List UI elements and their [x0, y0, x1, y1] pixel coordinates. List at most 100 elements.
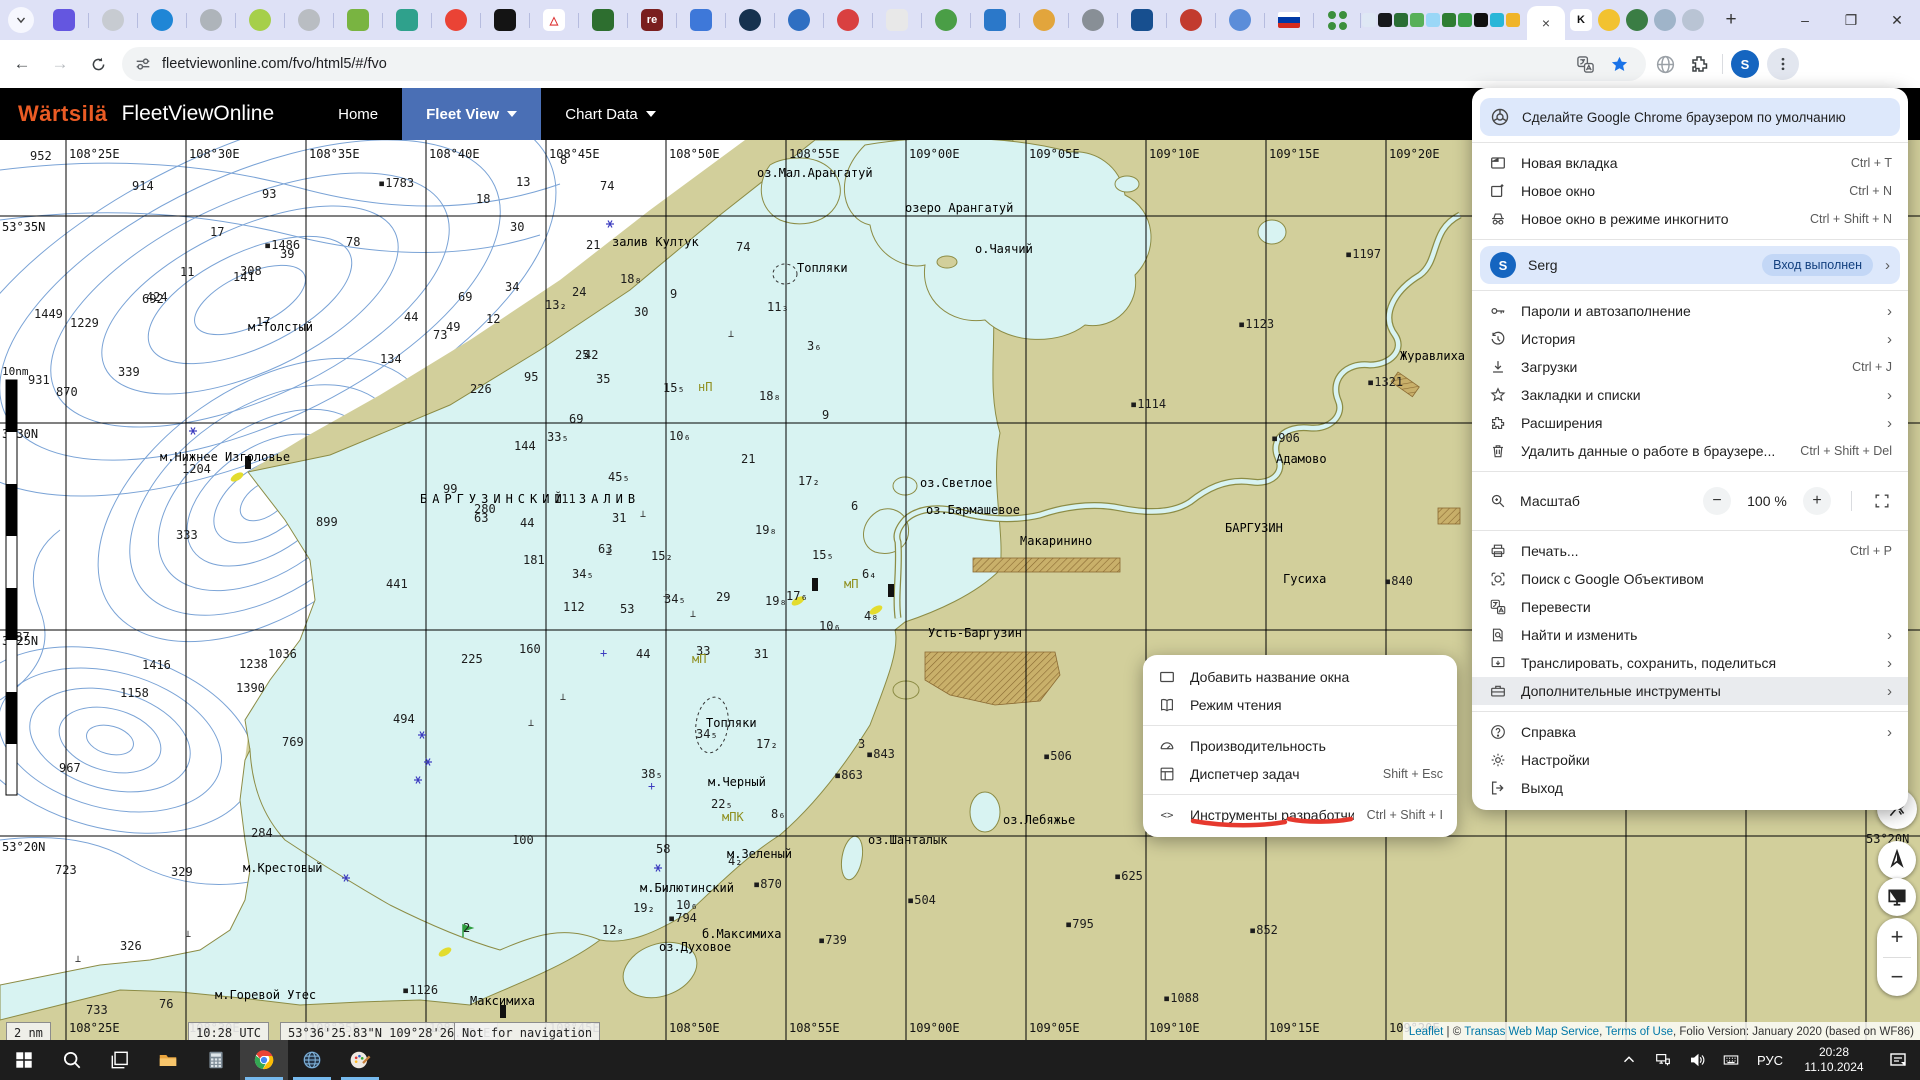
- menu-item-g0-0[interactable]: Новая вкладкаCtrl + T: [1472, 149, 1908, 177]
- attribution-link[interactable]: Terms of Use: [1605, 1026, 1673, 1038]
- reload-button[interactable]: [82, 48, 114, 80]
- site-nav-chart-data[interactable]: Chart Data: [541, 88, 680, 140]
- pinned-tab-4[interactable]: [249, 9, 271, 31]
- window-restore-button[interactable]: ❐: [1828, 0, 1874, 40]
- taskbar-globe-app-icon[interactable]: [288, 1040, 336, 1080]
- pinned-tab-3[interactable]: [200, 9, 222, 31]
- menu-profile-row[interactable]: SSergВход выполнен›: [1480, 246, 1900, 284]
- pinned-tab-0[interactable]: [53, 9, 75, 31]
- tray-chevron-up-icon[interactable]: [1612, 1040, 1646, 1080]
- menu-item-g2-0[interactable]: Пароли и автозаполнение›: [1472, 297, 1908, 325]
- pinned-tab-dots[interactable]: [1327, 10, 1347, 30]
- active-tab[interactable]: ×: [1527, 6, 1565, 40]
- grouped-tab-5[interactable]: [1442, 13, 1456, 27]
- fullscreen-button[interactable]: [1872, 491, 1892, 511]
- submenu-item-3[interactable]: Производительность: [1143, 732, 1457, 760]
- pinned-tab-1[interactable]: [102, 9, 124, 31]
- pinned-tab-12[interactable]: re: [641, 9, 663, 31]
- pinned-tab-15[interactable]: [788, 9, 810, 31]
- menu-default-browser-banner[interactable]: Сделайте Google Chrome браузером по умол…: [1480, 98, 1900, 136]
- bookmark-star-icon[interactable]: [1604, 49, 1634, 79]
- pinned-tab-10[interactable]: △: [543, 9, 565, 31]
- pinned-tab-21[interactable]: [1082, 9, 1104, 31]
- grouped-tab-3[interactable]: [1410, 13, 1424, 27]
- pinned-tab-19[interactable]: [984, 9, 1006, 31]
- menu-item-g2-5[interactable]: Удалить данные о работе в браузере...Ctr…: [1472, 437, 1908, 465]
- menu-item-g0-2[interactable]: Новое окно в режиме инкогнитоCtrl + Shif…: [1472, 205, 1908, 233]
- taskbar-explorer-icon[interactable]: [144, 1040, 192, 1080]
- menu-item-g4-4[interactable]: Транслировать, сохранить, поделиться›: [1472, 649, 1908, 677]
- pinned-tab-16[interactable]: [837, 9, 859, 31]
- menu-item-g4-5[interactable]: Дополнительные инструменты›: [1472, 677, 1908, 705]
- pinned-tab-18[interactable]: [935, 9, 957, 31]
- menu-item-g4-1[interactable]: Поиск с Google Объективом: [1472, 565, 1908, 593]
- pinned-tab-20[interactable]: [1033, 9, 1055, 31]
- menu-item-g4-2[interactable]: Перевести: [1472, 593, 1908, 621]
- pinned-tab-17[interactable]: [886, 9, 908, 31]
- pinned-tab-9[interactable]: [494, 9, 516, 31]
- omnibox[interactable]: fleetviewonline.com/fvo/html5/#/fvo: [122, 47, 1646, 81]
- pinned-tab-24[interactable]: [1229, 9, 1251, 31]
- taskbar-calculator-icon[interactable]: [192, 1040, 240, 1080]
- language-indicator[interactable]: РУС: [1748, 1053, 1792, 1068]
- zoom-in-button[interactable]: +: [1877, 918, 1917, 957]
- trailing-tab-1[interactable]: [1598, 9, 1620, 31]
- submenu-item-6[interactable]: <>Инструменты разработчикаCtrl + Shift +…: [1143, 801, 1457, 829]
- taskbar-paint-icon[interactable]: [336, 1040, 384, 1080]
- menu-item-g0-1[interactable]: Новое окноCtrl + N: [1472, 177, 1908, 205]
- pinned-tab-ru-flag[interactable]: [1278, 12, 1300, 28]
- pinned-tab-6[interactable]: [347, 9, 369, 31]
- window-minimize-button[interactable]: –: [1782, 0, 1828, 40]
- pinned-tab-8[interactable]: [445, 9, 467, 31]
- submenu-item-4[interactable]: Диспетчер задачShift + Esc: [1143, 760, 1457, 788]
- zoom-plus-button[interactable]: +: [1803, 487, 1831, 515]
- tray-keyboard-icon[interactable]: [1714, 1040, 1748, 1080]
- menu-item-g4-0[interactable]: Печать...Ctrl + P: [1472, 537, 1908, 565]
- grouped-tab-7[interactable]: [1474, 13, 1488, 27]
- attribution-link[interactable]: Leaflet: [1409, 1026, 1444, 1038]
- trailing-tab-4[interactable]: [1682, 9, 1704, 31]
- profile-avatar[interactable]: S: [1731, 50, 1759, 78]
- menu-item-g2-2[interactable]: ЗагрузкиCtrl + J: [1472, 353, 1908, 381]
- tray-network-icon[interactable]: [1646, 1040, 1680, 1080]
- pinned-tab-7[interactable]: [396, 9, 418, 31]
- menu-item-g5-2[interactable]: Выход: [1472, 774, 1908, 802]
- taskbar-clock[interactable]: 20:28 11.10.2024: [1792, 1045, 1876, 1075]
- trailing-tab-0[interactable]: K: [1570, 9, 1592, 31]
- zoom-out-button[interactable]: −: [1877, 958, 1917, 997]
- grouped-tab-1[interactable]: [1378, 13, 1392, 27]
- pinned-tab-5[interactable]: [298, 9, 320, 31]
- taskbar-chrome-app-icon[interactable]: [240, 1040, 288, 1080]
- taskbar-search-taskbar-icon[interactable]: [48, 1040, 96, 1080]
- site-nav-home[interactable]: Home: [314, 88, 402, 140]
- menu-item-g2-3[interactable]: Закладки и списки›: [1472, 381, 1908, 409]
- pinned-tab-14[interactable]: [739, 9, 761, 31]
- back-button[interactable]: ←: [6, 48, 38, 80]
- zoom-minus-button[interactable]: −: [1703, 487, 1731, 515]
- forward-button[interactable]: →: [44, 48, 76, 80]
- translate-toolbar-icon[interactable]: [1570, 49, 1600, 79]
- pinned-tab-2[interactable]: [151, 9, 173, 31]
- grouped-tab-2[interactable]: [1394, 13, 1408, 27]
- pinned-tab-22[interactable]: [1131, 9, 1153, 31]
- submenu-item-0[interactable]: Добавить название окна: [1143, 663, 1457, 691]
- pinned-tab-11[interactable]: [592, 9, 614, 31]
- notification-center-button[interactable]: [1876, 1040, 1920, 1080]
- site-info-icon[interactable]: [134, 55, 152, 73]
- taskbar-start-icon[interactable]: [0, 1040, 48, 1080]
- trailing-tab-2[interactable]: [1626, 9, 1648, 31]
- grouped-tab-6[interactable]: [1458, 13, 1472, 27]
- browser-menu-button[interactable]: [1767, 48, 1799, 80]
- north-compass-button[interactable]: [1878, 841, 1916, 879]
- site-nav-fleet-view[interactable]: Fleet View: [402, 88, 541, 140]
- menu-item-g2-4[interactable]: Расширения›: [1472, 409, 1908, 437]
- window-close-button[interactable]: ✕: [1874, 0, 1920, 40]
- menu-item-g5-1[interactable]: Настройки: [1472, 746, 1908, 774]
- menu-item-g4-3[interactable]: Найти и изменить›: [1472, 621, 1908, 649]
- tray-volume-icon[interactable]: [1680, 1040, 1714, 1080]
- url-text[interactable]: fleetviewonline.com/fvo/html5/#/fvo: [162, 56, 1566, 72]
- tab-search-button[interactable]: [8, 7, 34, 33]
- taskbar-taskview-icon[interactable]: [96, 1040, 144, 1080]
- menu-item-g2-1[interactable]: История›: [1472, 325, 1908, 353]
- extensions-puzzle-icon[interactable]: [1684, 49, 1714, 79]
